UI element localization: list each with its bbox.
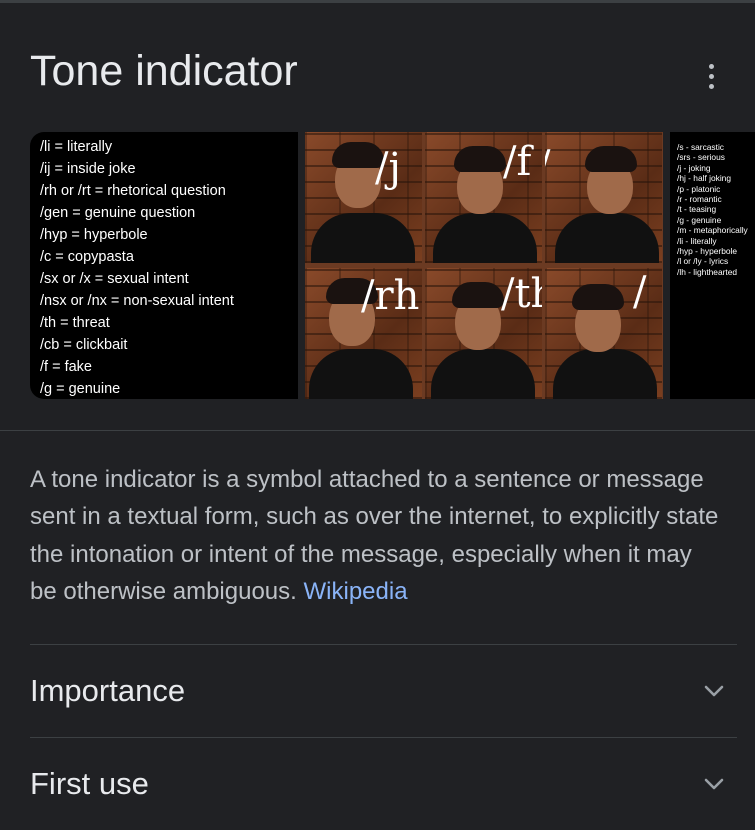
panel-title: Tone indicator [30,47,298,95]
person-hair [454,146,506,172]
small-tone-list-item: /srs - serious [677,152,725,163]
small-tone-list: /s - sarcastic /srs - serious /j - jokin… [670,132,755,277]
accordion-importance[interactable]: Importance [30,645,737,737]
small-tone-list-item: /p - platonic [677,183,721,194]
collage-tag: /f [503,139,532,185]
small-tone-list-item: /li - literally [677,235,717,246]
accordion-first-use[interactable]: First use [30,738,737,830]
tone-list-item: /ij = inside joke [40,161,136,177]
person-shirt [433,213,537,263]
collage-tile: /rh [305,268,422,399]
small-tone-list-item: /m - metaphorically [677,225,748,236]
collage-tag: /th [501,271,542,317]
image-carousel[interactable]: /li = literally /ij = inside joke /rh or… [30,132,755,399]
person-shirt [553,349,657,399]
tone-list: /li = literally /ij = inside joke /rh or… [30,132,298,399]
tone-list-item: /cb = clickbait [40,337,128,353]
top-border [0,0,755,3]
collage-tag: /rh [361,273,420,319]
tone-list-item: /rh or /rt = rhetorical question [40,183,226,199]
collage-tag: /j [375,145,401,191]
person-hair [585,146,637,172]
collage-tag: / [633,269,647,315]
wikipedia-link[interactable]: Wikipedia [304,578,408,605]
collage-tag: / [545,146,550,186]
small-tone-list-item: /hj - half joking [677,173,731,184]
person-shirt [555,213,659,263]
collage-tile: /f [425,132,542,263]
person-hair [572,284,624,310]
collage-tile: / [545,132,662,263]
small-tone-list-item: /s - sarcastic [677,142,724,152]
accordion-label: First use [30,766,149,801]
small-tone-list-item: /t - teasing [677,204,717,215]
tone-collage-image[interactable]: /j /f / /rh /th [305,132,663,399]
tone-list-item: /sx or /x = sexual intent [40,271,189,287]
dot [708,73,714,79]
person-shirt [311,213,415,263]
collage-tile: /j [305,132,422,263]
tone-list-item: /gen = genuine question [40,205,196,221]
collage-tile: / [545,268,662,399]
chevron-down-icon [704,685,724,697]
small-tone-list-item: /lh - lighthearted [677,266,738,277]
tone-list-item: /c = copypasta [40,249,134,265]
small-tone-list-item: /hyp - hyperbole [677,246,738,257]
chevron-down-icon [704,778,724,790]
small-tone-list-item: /j - joking [677,162,711,173]
tone-list-item: /hyp = hyperbole [40,227,148,243]
small-tone-list-item: /r - romantic [677,194,722,205]
tone-list-item: /th = threat [40,315,110,331]
tone-small-list-image[interactable]: /s - sarcastic /srs - serious /j - jokin… [670,132,755,399]
tone-list-item: /f = fake [40,359,92,375]
person-shirt [309,349,413,399]
small-tone-list-item: /l or /ly - lyrics [677,256,729,267]
person-hair [452,282,504,308]
tone-list-image[interactable]: /li = literally /ij = inside joke /rh or… [30,132,298,399]
dot [708,83,714,89]
description-text: A tone indicator is a symbol attached to… [30,461,720,610]
dot [708,63,714,69]
more-options-icon[interactable] [696,58,726,94]
person-shirt [431,349,535,399]
small-tone-list-item: /g - genuine [677,214,722,225]
section-divider [0,430,755,431]
tone-list-item: /li = literally [40,139,113,155]
tone-list-item: /nsx or /nx = non-sexual intent [40,293,234,309]
collage-tile: /th [425,268,542,399]
accordion-label: Importance [30,673,186,708]
tone-list-item: /g = genuine [40,381,121,397]
